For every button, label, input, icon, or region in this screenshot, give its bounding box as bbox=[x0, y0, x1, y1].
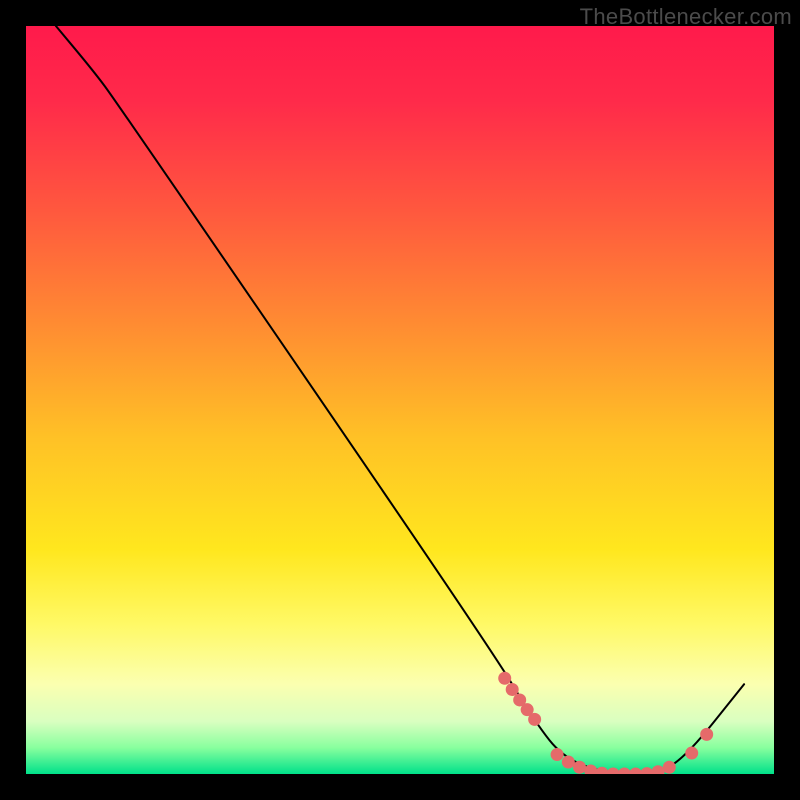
curve-marker bbox=[663, 761, 676, 774]
curve-marker bbox=[498, 672, 511, 685]
chart-frame: TheBottlenecker.com bbox=[0, 0, 800, 800]
curve-marker bbox=[562, 756, 575, 769]
curve-marker bbox=[551, 748, 564, 761]
curve-marker bbox=[700, 728, 713, 741]
watermark-label: TheBottlenecker.com bbox=[580, 4, 792, 30]
gradient-background bbox=[26, 26, 774, 774]
bottleneck-curve-chart bbox=[26, 26, 774, 774]
curve-marker bbox=[685, 747, 698, 760]
curve-marker bbox=[506, 683, 519, 696]
curve-marker bbox=[573, 761, 586, 774]
curve-marker bbox=[528, 713, 541, 726]
plot-area bbox=[26, 26, 774, 774]
